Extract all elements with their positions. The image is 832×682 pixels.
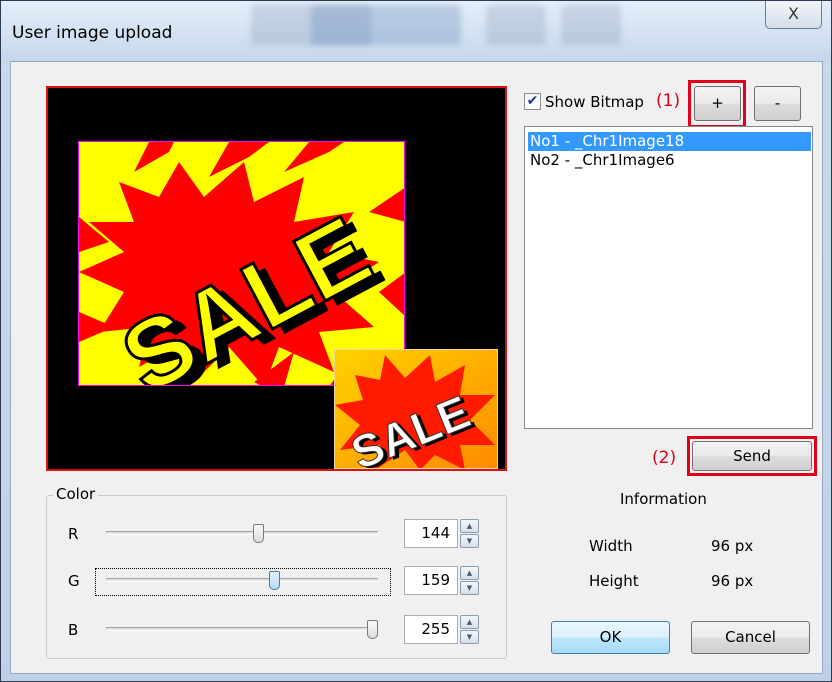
r-spinner[interactable]: ▲ ▼: [460, 519, 479, 548]
g-spinner[interactable]: ▲ ▼: [460, 566, 479, 595]
r-label: R: [68, 525, 79, 543]
thumbnail-image: SALE SALE: [334, 349, 498, 469]
background-blur: [311, 5, 461, 45]
g-slider-track[interactable]: [106, 578, 378, 582]
b-slider-track[interactable]: [106, 627, 378, 631]
width-value: 96 px: [711, 537, 754, 555]
show-bitmap-checkbox[interactable]: ✔: [524, 93, 541, 110]
b-spinner[interactable]: ▲ ▼: [460, 615, 479, 644]
annotation-1: (1): [656, 91, 681, 111]
remove-bitmap-button[interactable]: -: [754, 86, 801, 121]
width-label: Width: [589, 537, 633, 555]
spin-up-icon[interactable]: ▲: [460, 519, 479, 533]
title-bar[interactable]: User image upload X: [1, 1, 831, 61]
dialog-window: User image upload X SALE SALE SALE SALE …: [0, 0, 832, 682]
bitmap-list[interactable]: No1 - _Chr1Image18 No2 - _Chr1Image6: [524, 126, 813, 429]
spin-down-icon[interactable]: ▼: [460, 630, 479, 644]
g-slider-thumb[interactable]: [268, 571, 280, 590]
r-slider-track[interactable]: [106, 531, 378, 535]
focus-rectangle: [95, 568, 391, 596]
background-blur: [561, 5, 621, 45]
show-bitmap-label[interactable]: Show Bitmap: [545, 93, 644, 111]
g-label: G: [68, 572, 80, 590]
r-slider-thumb[interactable]: [253, 524, 265, 543]
checkmark-icon: ✔: [526, 93, 539, 109]
g-value-field[interactable]: 159: [404, 566, 458, 595]
b-label: B: [68, 621, 79, 639]
add-bitmap-button[interactable]: +: [694, 86, 741, 121]
image-preview: SALE SALE SALE SALE: [46, 86, 507, 471]
color-group-label: Color: [53, 485, 99, 503]
spin-up-icon[interactable]: ▲: [460, 566, 479, 580]
annotation-2: (2): [652, 448, 677, 468]
ok-button[interactable]: OK: [551, 621, 670, 654]
height-value: 96 px: [711, 572, 754, 590]
spin-up-icon[interactable]: ▲: [460, 615, 479, 629]
spin-down-icon[interactable]: ▼: [460, 581, 479, 595]
spin-down-icon[interactable]: ▼: [460, 534, 479, 548]
list-item[interactable]: No1 - _Chr1Image18: [528, 132, 811, 151]
b-value-field[interactable]: 255: [404, 615, 458, 644]
close-button[interactable]: X: [765, 1, 822, 29]
list-item[interactable]: No2 - _Chr1Image6: [528, 151, 811, 170]
send-button[interactable]: Send: [692, 441, 812, 471]
information-heading: Information: [620, 490, 707, 508]
r-value-field[interactable]: 144: [404, 519, 458, 548]
dialog-client: SALE SALE SALE SALE Color R 144 ▲ ▼ G 15…: [10, 61, 823, 674]
b-slider-thumb[interactable]: [367, 620, 378, 639]
cancel-button[interactable]: Cancel: [691, 621, 810, 654]
background-blur: [486, 5, 546, 45]
window-title: User image upload: [12, 23, 173, 43]
height-label: Height: [589, 572, 639, 590]
close-icon: X: [788, 4, 799, 23]
